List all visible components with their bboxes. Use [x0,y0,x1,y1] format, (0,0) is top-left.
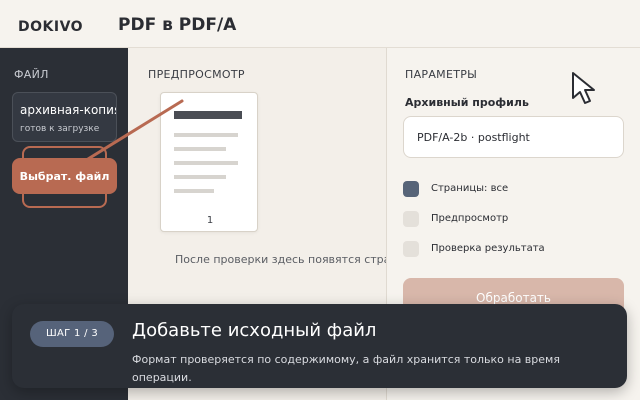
select-file-button[interactable]: Выбрат. файл [12,158,117,194]
profile-label: Архивный профиль [405,96,529,109]
pages-checkbox[interactable] [403,181,419,197]
thumbnail-title-line [174,111,242,119]
archive-profile-select[interactable]: PDF/A-2b · postflight [403,116,624,158]
mouse-cursor-icon [572,72,595,104]
page-title: PDF в PDF/A [118,15,237,35]
file-card[interactable]: архивная-копия.p готов к загрузке [12,92,117,142]
option-label: Проверка результата [431,243,545,254]
option-label: Страницы: все [431,183,509,194]
sidebar-heading: ФАЙЛ [14,68,49,81]
file-name: архивная-копия.p [20,103,116,117]
brand-logo[interactable]: DOKIVO [18,19,83,35]
verify-checkbox[interactable] [403,241,419,257]
onboarding-step-panel: ШАГ 1 / 3 Добавьте исходный файл Формат … [12,304,627,388]
option-preview[interactable]: Предпросмотр [403,209,623,229]
option-label: Предпросмотр [431,213,509,224]
params-heading: ПАРАМЕТРЫ [405,68,478,81]
option-verify[interactable]: Проверка результата [403,239,623,259]
preview-heading: ПРЕДПРОСМОТР [148,68,245,81]
page-thumbnail[interactable]: 1 [160,92,258,232]
step-title: Добавьте исходный файл [132,320,377,341]
file-status: готов к загрузке [20,124,100,134]
thumbnail-text-line [174,175,226,179]
thumbnail-text-line [174,133,238,137]
option-pages[interactable]: Страницы: все [403,179,623,199]
profile-value: PDF/A-2b · postflight [417,131,530,144]
thumbnail-text-line [174,147,226,151]
preview-checkbox[interactable] [403,211,419,227]
thumbnail-text-line [174,161,238,165]
step-description: Формат проверяется по содержимому, а фай… [132,353,560,384]
preview-note: После проверки здесь появятся страни [175,253,386,266]
app-header: DOKIVO PDF в PDF/A [0,0,640,48]
step-badge: ШАГ 1 / 3 [30,321,114,347]
thumbnail-text-line [174,189,214,193]
thumbnail-page-number: 1 [206,215,214,226]
